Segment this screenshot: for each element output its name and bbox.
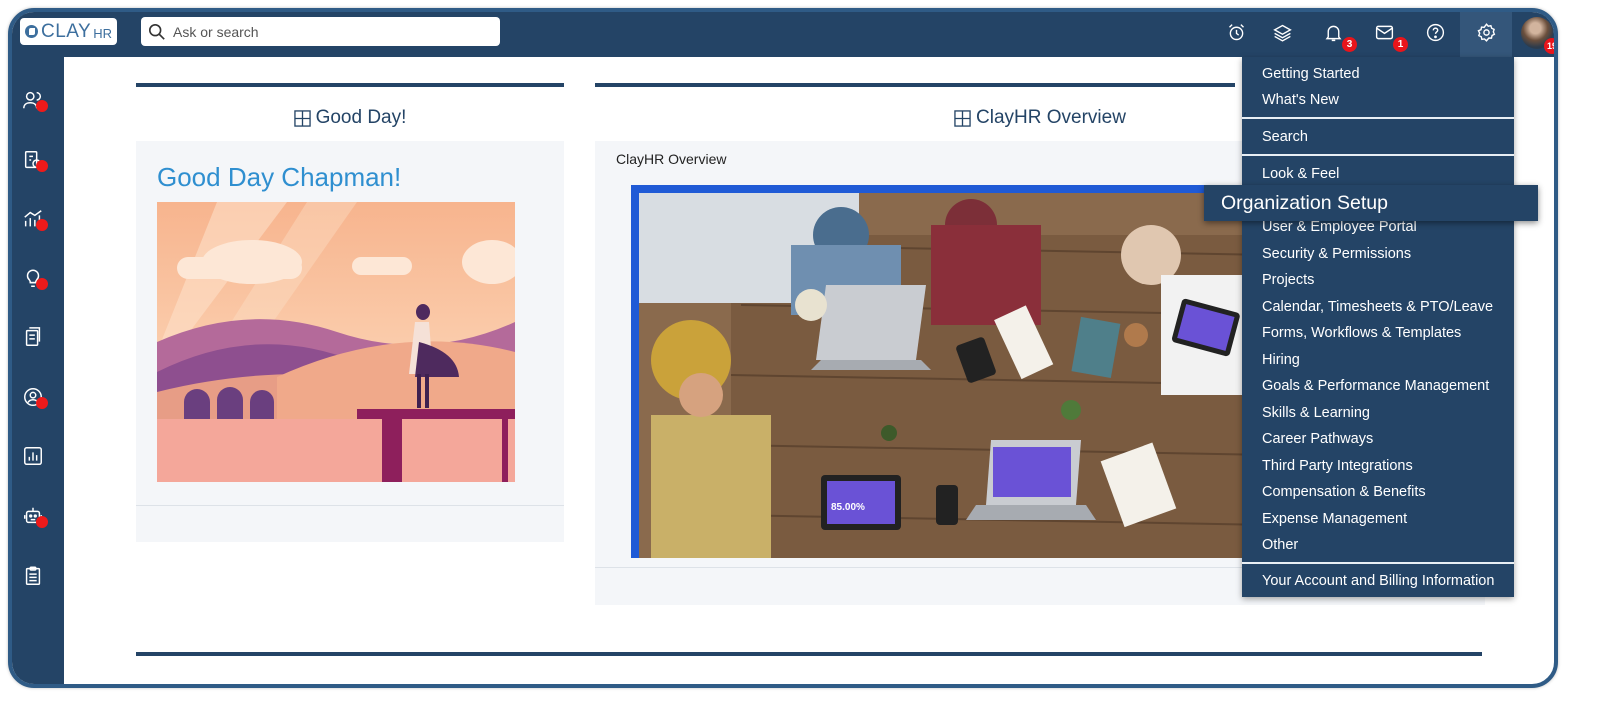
sidebar-item-people[interactable]: [22, 89, 48, 113]
mail-icon[interactable]: [1372, 20, 1396, 44]
search-icon: [148, 23, 165, 40]
reports-icon: [24, 447, 42, 465]
greeting-text: Good Day Chapman!: [157, 162, 402, 192]
clayhr-logo[interactable]: CLAY HR: [20, 18, 117, 45]
top-bar: CLAY HR 3 1 19: [12, 12, 1554, 57]
menu-item-user-employee-portal[interactable]: User & Employee Portal: [1262, 219, 1417, 235]
logo-text-hr: HR: [93, 26, 113, 41]
sidebar-item-tasks[interactable]: [22, 565, 46, 589]
menu-separator: [1242, 117, 1514, 119]
settings-dropdown-menu: Getting Started What's New Search Look &…: [1242, 57, 1514, 597]
good-day-card-top-rule: [136, 83, 564, 87]
bottom-rule: [136, 652, 1482, 656]
overview-label: ClayHR Overview: [616, 151, 727, 167]
sidebar-alert-dot: [36, 160, 48, 172]
gear-icon: [1474, 20, 1498, 44]
menu-item-projects[interactable]: Projects: [1262, 272, 1314, 288]
grid-icon: [954, 109, 971, 127]
notifications-bell-icon[interactable]: [1321, 20, 1345, 44]
messages-count-badge: 1: [1393, 37, 1408, 52]
sidebar-alert-dot: [36, 516, 48, 528]
menu-item-getting-started[interactable]: Getting Started: [1262, 66, 1360, 82]
grid-icon: [293, 109, 311, 127]
layers-icon[interactable]: [1270, 20, 1294, 44]
overview-card-top-rule: [595, 83, 1235, 87]
good-day-title-text: Good Day!: [315, 107, 407, 128]
sidebar-alert-dot: [36, 100, 48, 112]
menu-separator: [1242, 154, 1514, 156]
sidebar-alert-dot: [36, 278, 48, 290]
sidebar-alert-dot: [36, 219, 48, 231]
overview-title-text: ClayHR Overview: [976, 107, 1126, 128]
card-footer-divider: [136, 505, 564, 506]
menu-item-other[interactable]: Other: [1262, 537, 1298, 553]
notifications-count-badge: 3: [1342, 37, 1357, 52]
clayhr-logo-mark-icon: [25, 25, 38, 38]
logo-text: CLAY: [41, 20, 92, 42]
menu-item-account-billing[interactable]: Your Account and Billing Information: [1262, 573, 1494, 589]
menu-item-goals-performance[interactable]: Goals & Performance Management: [1262, 378, 1489, 394]
menu-item-organization-setup-hovered[interactable]: Organization Setup: [1204, 185, 1538, 221]
menu-item-career-pathways[interactable]: Career Pathways: [1262, 431, 1373, 447]
alarm-clock-icon[interactable]: [1224, 20, 1248, 44]
sidebar-item-documents[interactable]: [22, 326, 46, 350]
sidebar-item-payroll[interactable]: [22, 149, 48, 173]
help-icon[interactable]: [1423, 20, 1447, 44]
search-input[interactable]: [173, 23, 473, 40]
menu-item-forms-workflows-templates[interactable]: Forms, Workflows & Templates: [1262, 325, 1461, 341]
sidebar-alert-dot: [36, 397, 48, 409]
sidebar-item-reports[interactable]: [22, 445, 46, 469]
sidebar-item-assistant[interactable]: [22, 505, 48, 529]
settings-button[interactable]: [1460, 12, 1512, 57]
sidebar-item-ideas[interactable]: [22, 267, 48, 291]
sidebar: [12, 57, 64, 684]
search-box[interactable]: [141, 17, 500, 46]
menu-item-third-party-integrations[interactable]: Third Party Integrations: [1262, 458, 1413, 474]
sidebar-item-profile[interactable]: [22, 386, 48, 410]
menu-item-search[interactable]: Search: [1262, 129, 1308, 145]
overview-video[interactable]: 85.00%: [631, 185, 1271, 558]
menu-item-whats-new[interactable]: What's New: [1262, 92, 1339, 108]
clipboard-icon: [25, 566, 41, 585]
good-day-card-title: Good Day!: [136, 107, 564, 129]
menu-item-security-permissions[interactable]: Security & Permissions: [1262, 246, 1411, 262]
good-day-card: Good Day Chapman!: [136, 141, 564, 542]
sidebar-item-performance[interactable]: [22, 208, 48, 232]
sunset-illustration: [157, 202, 515, 482]
menu-item-expense-management[interactable]: Expense Management: [1262, 511, 1407, 527]
app-frame: CLAY HR 3 1 19: [8, 8, 1558, 688]
documents-icon: [25, 327, 41, 346]
menu-item-calendar-timesheets-pto[interactable]: Calendar, Timesheets & PTO/Leave: [1262, 299, 1493, 315]
menu-item-hiring[interactable]: Hiring: [1262, 352, 1300, 368]
avatar-badge: 19: [1544, 38, 1554, 54]
menu-item-look-and-feel[interactable]: Look & Feel: [1262, 166, 1339, 182]
menu-separator: [1242, 562, 1514, 564]
menu-item-compensation-benefits[interactable]: Compensation & Benefits: [1262, 484, 1426, 500]
menu-item-skills-learning[interactable]: Skills & Learning: [1262, 405, 1370, 421]
video-stat-text: 85.00%: [831, 502, 865, 513]
